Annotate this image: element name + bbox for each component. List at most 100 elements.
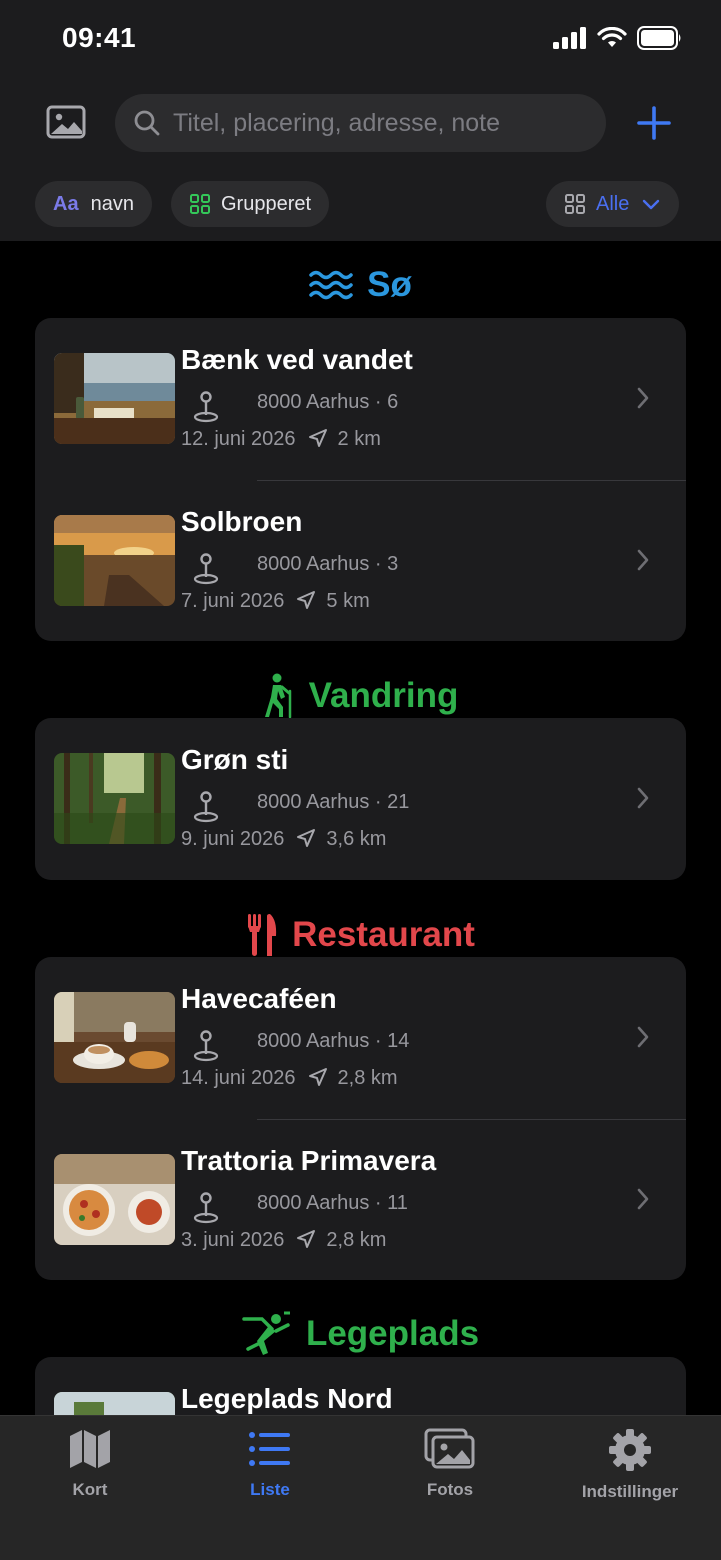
search-placeholder: Titel, placering, adresse, note bbox=[173, 108, 501, 137]
list-item[interactable]: Grøn sti 8000 Aarhus · 21 9. juni 2026 3,… bbox=[35, 718, 686, 880]
tab-label: Liste bbox=[250, 1480, 290, 1499]
search-input[interactable]: Titel, placering, adresse, note bbox=[115, 94, 606, 152]
section-title: Sø bbox=[367, 265, 412, 304]
group-label: Grupperet bbox=[221, 192, 312, 215]
list-item[interactable]: Bænk ved vandet 8000 Aarhus · 6 12. juni… bbox=[35, 318, 686, 480]
category-filter-label: Alle bbox=[596, 192, 630, 215]
place-distance: 2 km bbox=[337, 428, 381, 450]
place-thumbnail bbox=[54, 515, 175, 606]
wifi-icon bbox=[597, 27, 627, 47]
fork-knife-icon bbox=[248, 914, 277, 956]
photos-icon bbox=[424, 1428, 475, 1469]
place-distance: 2,8 km bbox=[326, 1229, 387, 1251]
tab-map[interactable]: Kort bbox=[0, 1428, 180, 1500]
battery-icon bbox=[637, 26, 681, 50]
section-title: Vandring bbox=[308, 676, 459, 715]
list-icon bbox=[249, 1432, 290, 1466]
place-address: 8000 Aarhus · 21 bbox=[257, 791, 410, 813]
place-thumbnail bbox=[54, 353, 175, 444]
place-distance: 3,6 km bbox=[326, 828, 387, 850]
add-place-button[interactable] bbox=[634, 103, 674, 143]
place-date: 3. juni 2026 bbox=[181, 1229, 285, 1251]
place-title: Trattoria Primavera bbox=[181, 1145, 437, 1176]
grid-icon bbox=[565, 194, 585, 214]
navigation-arrow-icon bbox=[308, 1068, 327, 1086]
status-time: 09:41 bbox=[62, 22, 137, 53]
navigation-arrow-icon bbox=[297, 829, 316, 847]
section-header-playground: Legeplads bbox=[0, 1311, 721, 1357]
tab-list[interactable]: Liste bbox=[180, 1428, 360, 1500]
tab-photos[interactable]: Fotos bbox=[360, 1428, 540, 1500]
place-date: 7. juni 2026 bbox=[181, 590, 285, 612]
section-header-lake: Sø bbox=[0, 265, 721, 305]
place-title: Grøn sti bbox=[181, 744, 289, 775]
map-icon bbox=[70, 1430, 110, 1468]
chevron-right-icon bbox=[637, 787, 649, 809]
sort-chip[interactable]: Aa navn bbox=[35, 181, 152, 227]
water-waves-icon bbox=[309, 270, 353, 300]
grid-icon bbox=[190, 194, 210, 214]
place-address: 8000 Aarhus · 6 bbox=[257, 391, 399, 413]
place-thumbnail bbox=[54, 753, 175, 844]
tab-bar: Kort Liste Fotos Indstillinger bbox=[0, 1415, 721, 1560]
list-item[interactable]: Solbroen 8000 Aarhus · 3 7. juni 2026 5 k… bbox=[35, 480, 686, 641]
gear-icon bbox=[609, 1429, 651, 1471]
location-pin-icon bbox=[193, 1192, 219, 1224]
navigation-arrow-icon bbox=[308, 429, 327, 447]
place-date: 12. juni 2026 bbox=[181, 428, 296, 450]
location-pin-icon bbox=[193, 391, 219, 423]
section-title: Restaurant bbox=[292, 915, 475, 954]
photo-library-button[interactable] bbox=[46, 104, 86, 140]
chevron-right-icon bbox=[637, 1026, 649, 1048]
section-card-lake: Bænk ved vandet 8000 Aarhus · 6 12. juni… bbox=[35, 318, 686, 641]
plus-icon bbox=[637, 106, 671, 140]
chevron-down-icon bbox=[643, 199, 660, 210]
sort-label: navn bbox=[90, 192, 134, 215]
list-item[interactable]: Legeplads Nord bbox=[35, 1357, 686, 1415]
place-meta: 7. juni 2026 5 km bbox=[181, 590, 370, 613]
place-address: 8000 Aarhus · 14 bbox=[257, 1030, 410, 1052]
section-header-hiking: Vandring bbox=[0, 673, 721, 719]
tab-settings[interactable]: Indstillinger bbox=[540, 1428, 720, 1502]
place-meta: 12. juni 2026 2 km bbox=[181, 428, 381, 451]
place-thumbnail bbox=[54, 1392, 175, 1415]
place-address: 8000 Aarhus · 11 bbox=[257, 1192, 408, 1214]
tab-label: Indstillinger bbox=[581, 1482, 679, 1501]
navigation-arrow-icon bbox=[297, 1230, 316, 1248]
place-thumbnail bbox=[54, 1154, 175, 1245]
section-card-hiking: Grøn sti 8000 Aarhus · 21 9. juni 2026 3,… bbox=[35, 718, 686, 880]
category-filter-dropdown[interactable]: Alle bbox=[546, 181, 680, 227]
location-pin-icon bbox=[193, 791, 219, 823]
chevron-right-icon bbox=[637, 549, 649, 571]
place-meta: 9. juni 2026 3,6 km bbox=[181, 828, 386, 851]
place-title: Bænk ved vandet bbox=[181, 344, 413, 375]
place-thumbnail bbox=[54, 992, 175, 1083]
tab-label: Kort bbox=[72, 1480, 108, 1499]
place-date: 9. juni 2026 bbox=[181, 828, 285, 850]
cellular-signal-icon bbox=[553, 27, 586, 49]
tab-label: Fotos bbox=[426, 1480, 474, 1499]
list-item[interactable]: Havecaféen 8000 Aarhus · 14 14. juni 202… bbox=[35, 957, 686, 1119]
playground-figure-icon bbox=[242, 1311, 290, 1355]
navigation-arrow-icon bbox=[297, 591, 316, 609]
location-pin-icon bbox=[193, 553, 219, 585]
place-date: 14. juni 2026 bbox=[181, 1067, 296, 1089]
list-item[interactable]: Trattoria Primavera 8000 Aarhus · 11 3. … bbox=[35, 1119, 686, 1280]
photo-icon bbox=[46, 105, 86, 139]
place-address: 8000 Aarhus · 3 bbox=[257, 553, 399, 575]
chevron-right-icon bbox=[637, 1188, 649, 1210]
section-card-restaurant: Havecaféen 8000 Aarhus · 14 14. juni 202… bbox=[35, 957, 686, 1280]
search-icon bbox=[134, 110, 160, 136]
hiker-icon bbox=[264, 673, 291, 719]
place-meta: 14. juni 2026 2,8 km bbox=[181, 1067, 398, 1090]
top-bar: 09:41 Titel, placering, adresse, note Aa… bbox=[0, 0, 721, 241]
place-title: Havecaféen bbox=[181, 983, 337, 1014]
section-header-restaurant: Restaurant bbox=[0, 912, 721, 958]
place-meta: 3. juni 2026 2,8 km bbox=[181, 1229, 386, 1252]
chevron-right-icon bbox=[637, 387, 649, 409]
section-card-playground: Legeplads Nord bbox=[35, 1357, 686, 1415]
group-chip[interactable]: Grupperet bbox=[171, 181, 330, 227]
place-distance: 5 km bbox=[326, 590, 370, 612]
status-icons bbox=[553, 26, 683, 50]
place-list: Sø Bænk ved vandet 8000 Aarhus · 6 12. j… bbox=[0, 241, 721, 1415]
